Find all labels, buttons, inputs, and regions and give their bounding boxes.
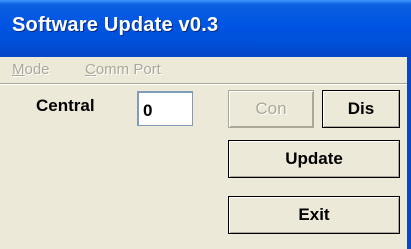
menu-comm-port-label: omm Port xyxy=(95,61,161,78)
menu-mode[interactable]: Mode xyxy=(12,61,50,78)
title-bar[interactable]: Software Update v0.3 xyxy=(0,0,411,57)
update-button-label: Update xyxy=(285,149,343,168)
central-label: Central xyxy=(36,96,95,115)
app-window: Software Update v0.3 Mode Comm Port Cent… xyxy=(0,0,411,249)
menu-mode-label: ode xyxy=(24,61,50,78)
window-right-border xyxy=(407,57,411,249)
window-title: Software Update v0.3 xyxy=(12,14,219,36)
menu-comm-port-accelerator: C xyxy=(85,61,96,78)
menu-separator xyxy=(0,83,411,85)
connect-button-label: Con xyxy=(255,99,287,118)
connect-button[interactable]: Con xyxy=(228,90,314,128)
update-button[interactable]: Update xyxy=(228,140,400,178)
menu-mode-accelerator: M xyxy=(12,61,25,78)
menu-comm-port[interactable]: Comm Port xyxy=(85,61,161,78)
central-input[interactable] xyxy=(137,91,193,126)
disconnect-button-label: Dis xyxy=(347,99,375,118)
disconnect-button[interactable]: Dis xyxy=(322,90,400,128)
menu-bar: Mode Comm Port xyxy=(0,57,411,82)
exit-button-label: Exit xyxy=(298,205,330,224)
exit-button[interactable]: Exit xyxy=(228,196,400,234)
